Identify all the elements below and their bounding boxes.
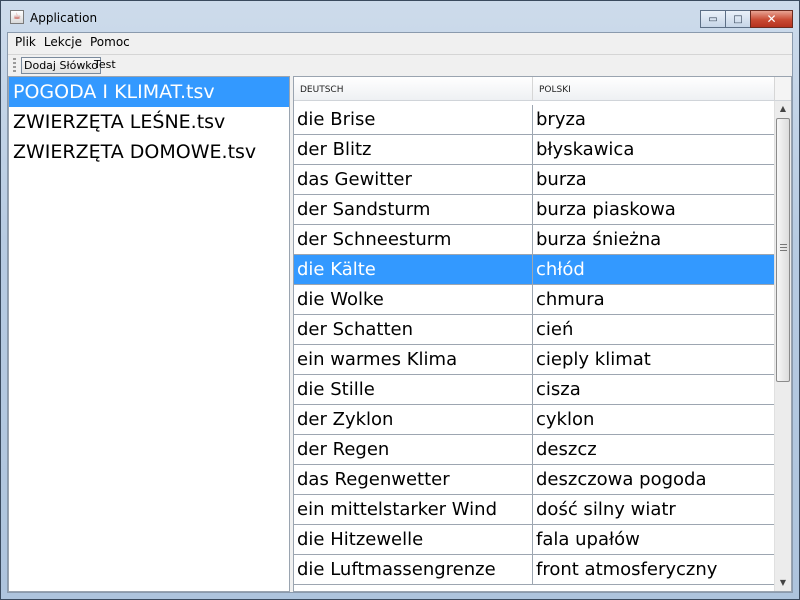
maximize-button[interactable]: □	[725, 10, 751, 28]
maximize-icon: □	[733, 13, 743, 25]
client-area: Plik Lekcje Pomoc Dodaj Słówko Test POGO…	[7, 32, 793, 593]
cell-deutsch[interactable]: der Zyklon	[294, 405, 533, 434]
table-row[interactable]: die Luftmassengrenze front atmosferyczny	[294, 555, 775, 585]
menu-pomoc[interactable]: Pomoc	[86, 33, 134, 53]
cell-polski[interactable]: front atmosferyczny	[533, 555, 775, 584]
cell-deutsch[interactable]: ein warmes Klima	[294, 345, 533, 374]
cell-polski[interactable]: bryza	[533, 105, 775, 134]
file-item-pogoda-i-klimat[interactable]: POGODA I KLIMAT.tsv	[9, 77, 289, 107]
application-window: ☕ Application ▭ □ ✕ Plik Lekcje Pomoc Do…	[0, 0, 800, 600]
cell-polski[interactable]: burza śnieżna	[533, 225, 775, 254]
cell-polski[interactable]: chłód	[533, 255, 775, 284]
cell-deutsch[interactable]: die Stille	[294, 375, 533, 404]
minimize-icon: ▭	[708, 13, 718, 25]
cell-polski[interactable]: fala upałów	[533, 525, 775, 554]
cell-deutsch[interactable]: der Blitz	[294, 135, 533, 164]
table-body: die Brise bryza der Blitz błyskawica das G…	[294, 105, 775, 585]
table-row[interactable]: der Regen deszcz	[294, 435, 775, 465]
table-row[interactable]: die Stille cisza	[294, 375, 775, 405]
file-item-zwierzeta-lesne[interactable]: ZWIERZĘTA LEŚNE.tsv	[9, 107, 289, 137]
cell-deutsch[interactable]: die Wolke	[294, 285, 533, 314]
column-header-deutsch[interactable]: DEUTSCH	[294, 77, 533, 100]
cell-deutsch[interactable]: die Kälte	[294, 255, 533, 284]
table-header-corner	[774, 77, 791, 101]
vocabulary-table: DEUTSCH POLSKI die Brise bryza der Blitz b…	[293, 76, 792, 592]
java-app-icon[interactable]: ☕	[10, 10, 24, 24]
scroll-thumb[interactable]	[776, 118, 790, 382]
cell-deutsch[interactable]: das Regenwetter	[294, 465, 533, 494]
cell-deutsch[interactable]: die Brise	[294, 105, 533, 134]
cell-polski[interactable]: burza	[533, 165, 775, 194]
toolbar-grip-icon[interactable]	[13, 58, 16, 73]
add-word-button[interactable]: Dodaj Słówko	[21, 57, 102, 74]
table-row[interactable]: die Hitzewelle fala upałów	[294, 525, 775, 555]
table-row-selected[interactable]: die Kälte chłód	[294, 255, 775, 285]
cell-polski[interactable]: cień	[533, 315, 775, 344]
table-row[interactable]: das Gewitter burza	[294, 165, 775, 195]
table-row[interactable]: der Schneesturm burza śnieżna	[294, 225, 775, 255]
close-icon: ✕	[766, 12, 777, 26]
table-row[interactable]: der Sandsturm burza piaskowa	[294, 195, 775, 225]
menu-plik[interactable]: Plik	[8, 33, 40, 53]
cell-deutsch[interactable]: die Hitzewelle	[294, 525, 533, 554]
cell-deutsch[interactable]: ein mittelstarker Wind	[294, 495, 533, 524]
cell-polski[interactable]: cyklon	[533, 405, 775, 434]
table-row[interactable]: das Regenwetter deszczowa pogoda	[294, 465, 775, 495]
table-row[interactable]: die Wolke chmura	[294, 285, 775, 315]
column-header-polski[interactable]: POLSKI	[533, 77, 775, 100]
cell-polski[interactable]: deszczowa pogoda	[533, 465, 775, 494]
close-button[interactable]: ✕	[750, 10, 793, 28]
cell-polski[interactable]: błyskawica	[533, 135, 775, 164]
title-bar[interactable]: ☕ Application ▭ □ ✕	[1, 1, 799, 31]
cell-polski[interactable]: burza piaskowa	[533, 195, 775, 224]
lesson-file-list[interactable]: POGODA I KLIMAT.tsv ZWIERZĘTA LEŚNE.tsv …	[8, 76, 290, 592]
window-controls: ▭ □ ✕	[700, 10, 793, 28]
test-button[interactable]: Test	[92, 57, 118, 74]
table-row[interactable]: ein mittelstarker Wind dość silny wiatr	[294, 495, 775, 525]
scroll-down-arrow-icon[interactable]: ▼	[775, 575, 791, 591]
vertical-scrollbar[interactable]: ▲ ▼	[774, 101, 791, 591]
cell-polski[interactable]: chmura	[533, 285, 775, 314]
cell-deutsch[interactable]: der Sandsturm	[294, 195, 533, 224]
table-row[interactable]: der Blitz błyskawica	[294, 135, 775, 165]
menu-bar: Plik Lekcje Pomoc	[8, 33, 792, 53]
minimize-button[interactable]: ▭	[700, 10, 726, 28]
cell-deutsch[interactable]: die Luftmassengrenze	[294, 555, 533, 584]
toolbar: Dodaj Słówko Test	[8, 54, 792, 75]
cell-deutsch[interactable]: der Schatten	[294, 315, 533, 344]
cell-polski[interactable]: dość silny wiatr	[533, 495, 775, 524]
table-header: DEUTSCH POLSKI	[294, 77, 775, 101]
cell-deutsch[interactable]: der Schneesturm	[294, 225, 533, 254]
cell-polski[interactable]: deszcz	[533, 435, 775, 464]
cell-polski[interactable]: cisza	[533, 375, 775, 404]
table-row[interactable]: ein warmes Klima cieply klimat	[294, 345, 775, 375]
table-row[interactable]: der Zyklon cyklon	[294, 405, 775, 435]
table-row[interactable]: der Schatten cień	[294, 315, 775, 345]
table-row[interactable]: die Brise bryza	[294, 105, 775, 135]
scroll-up-arrow-icon[interactable]: ▲	[775, 101, 791, 117]
cell-deutsch[interactable]: der Regen	[294, 435, 533, 464]
scroll-grip-icon	[780, 244, 787, 252]
cell-polski[interactable]: cieply klimat	[533, 345, 775, 374]
menu-lekcje[interactable]: Lekcje	[40, 33, 86, 53]
cell-deutsch[interactable]: das Gewitter	[294, 165, 533, 194]
window-title: Application	[30, 11, 98, 25]
file-item-zwierzeta-domowe[interactable]: ZWIERZĘTA DOMOWE.tsv	[9, 137, 289, 167]
